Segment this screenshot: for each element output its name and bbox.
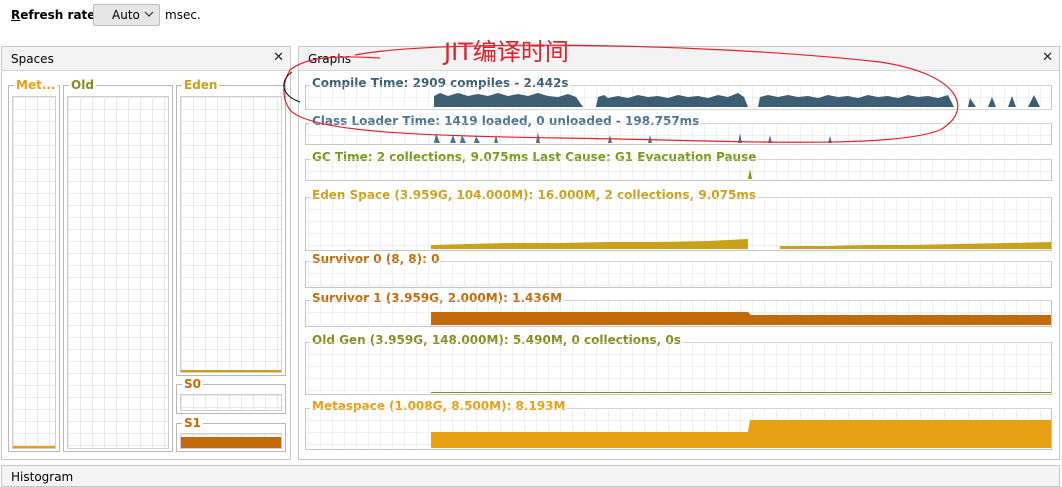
annotation-text: JIT编译时间 (444, 38, 569, 66)
annotation-ellipse (283, 44, 959, 143)
